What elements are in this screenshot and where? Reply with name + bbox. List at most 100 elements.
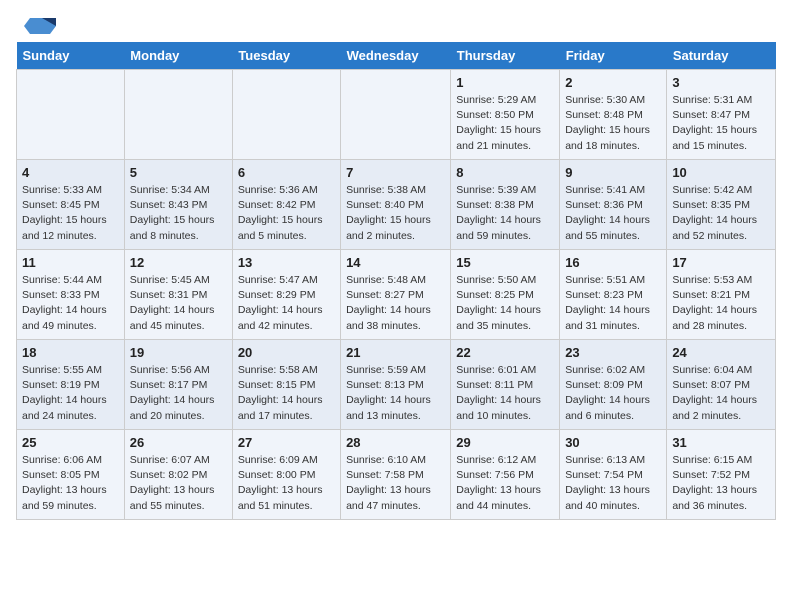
day-info: Sunrise: 5:31 AM Sunset: 8:47 PM Dayligh… — [672, 93, 770, 154]
day-info: Sunrise: 6:04 AM Sunset: 8:07 PM Dayligh… — [672, 363, 770, 424]
day-info: Sunrise: 6:01 AM Sunset: 8:11 PM Dayligh… — [456, 363, 554, 424]
day-info: Sunrise: 5:51 AM Sunset: 8:23 PM Dayligh… — [565, 273, 661, 334]
header-day: Tuesday — [232, 42, 340, 70]
calendar-week-row: 4 Sunrise: 5:33 AM Sunset: 8:45 PM Daylig… — [17, 160, 776, 250]
calendar-cell: 23 Sunrise: 6:02 AM Sunset: 8:09 PM Dayli… — [560, 340, 667, 430]
calendar-cell: 29 Sunrise: 6:12 AM Sunset: 7:56 PM Dayli… — [451, 430, 560, 520]
calendar-cell: 9 Sunrise: 5:41 AM Sunset: 8:36 PM Daylig… — [560, 160, 667, 250]
day-info: Sunrise: 5:58 AM Sunset: 8:15 PM Dayligh… — [238, 363, 335, 424]
calendar-cell: 22 Sunrise: 6:01 AM Sunset: 8:11 PM Dayli… — [451, 340, 560, 430]
day-number: 20 — [238, 345, 335, 360]
calendar-cell: 7 Sunrise: 5:38 AM Sunset: 8:40 PM Daylig… — [341, 160, 451, 250]
header-day: Thursday — [451, 42, 560, 70]
day-info: Sunrise: 5:33 AM Sunset: 8:45 PM Dayligh… — [22, 183, 119, 244]
day-info: Sunrise: 5:42 AM Sunset: 8:35 PM Dayligh… — [672, 183, 770, 244]
calendar-cell: 11 Sunrise: 5:44 AM Sunset: 8:33 PM Dayli… — [17, 250, 125, 340]
day-number: 23 — [565, 345, 661, 360]
day-info: Sunrise: 5:29 AM Sunset: 8:50 PM Dayligh… — [456, 93, 554, 154]
calendar-cell — [341, 70, 451, 160]
calendar-cell: 13 Sunrise: 5:47 AM Sunset: 8:29 PM Dayli… — [232, 250, 340, 340]
day-info: Sunrise: 6:10 AM Sunset: 7:58 PM Dayligh… — [346, 453, 445, 514]
day-info: Sunrise: 5:41 AM Sunset: 8:36 PM Dayligh… — [565, 183, 661, 244]
day-info: Sunrise: 5:39 AM Sunset: 8:38 PM Dayligh… — [456, 183, 554, 244]
calendar-cell: 18 Sunrise: 5:55 AM Sunset: 8:19 PM Dayli… — [17, 340, 125, 430]
day-info: Sunrise: 5:53 AM Sunset: 8:21 PM Dayligh… — [672, 273, 770, 334]
day-number: 16 — [565, 255, 661, 270]
day-number: 28 — [346, 435, 445, 450]
day-info: Sunrise: 5:44 AM Sunset: 8:33 PM Dayligh… — [22, 273, 119, 334]
day-number: 29 — [456, 435, 554, 450]
header-day: Monday — [124, 42, 232, 70]
calendar-cell: 10 Sunrise: 5:42 AM Sunset: 8:35 PM Dayli… — [667, 160, 776, 250]
calendar-week-row: 1Sunrise: 5:29 AM Sunset: 8:50 PM Daylig… — [17, 70, 776, 160]
day-info: Sunrise: 5:38 AM Sunset: 8:40 PM Dayligh… — [346, 183, 445, 244]
calendar-cell: 24 Sunrise: 6:04 AM Sunset: 8:07 PM Dayli… — [667, 340, 776, 430]
day-number: 8 — [456, 165, 554, 180]
day-number: 21 — [346, 345, 445, 360]
header-day: Saturday — [667, 42, 776, 70]
calendar-cell: 15 Sunrise: 5:50 AM Sunset: 8:25 PM Dayli… — [451, 250, 560, 340]
day-number: 19 — [130, 345, 227, 360]
day-info: Sunrise: 6:09 AM Sunset: 8:00 PM Dayligh… — [238, 453, 335, 514]
header-day: Friday — [560, 42, 667, 70]
day-info: Sunrise: 5:30 AM Sunset: 8:48 PM Dayligh… — [565, 93, 661, 154]
day-number: 5 — [130, 165, 227, 180]
day-number: 26 — [130, 435, 227, 450]
day-number: 11 — [22, 255, 119, 270]
day-number: 24 — [672, 345, 770, 360]
calendar-cell: 27 Sunrise: 6:09 AM Sunset: 8:00 PM Dayli… — [232, 430, 340, 520]
calendar-cell: 5 Sunrise: 5:34 AM Sunset: 8:43 PM Daylig… — [124, 160, 232, 250]
calendar-cell: 14 Sunrise: 5:48 AM Sunset: 8:27 PM Dayli… — [341, 250, 451, 340]
page-header — [16, 16, 776, 32]
day-info: Sunrise: 6:12 AM Sunset: 7:56 PM Dayligh… — [456, 453, 554, 514]
calendar-cell: 4 Sunrise: 5:33 AM Sunset: 8:45 PM Daylig… — [17, 160, 125, 250]
calendar-cell — [232, 70, 340, 160]
day-number: 31 — [672, 435, 770, 450]
day-info: Sunrise: 6:15 AM Sunset: 7:52 PM Dayligh… — [672, 453, 770, 514]
day-number: 14 — [346, 255, 445, 270]
calendar-cell: 30 Sunrise: 6:13 AM Sunset: 7:54 PM Dayli… — [560, 430, 667, 520]
day-number: 2 — [565, 75, 661, 90]
day-number: 4 — [22, 165, 119, 180]
day-number: 7 — [346, 165, 445, 180]
day-number: 6 — [238, 165, 335, 180]
day-number: 27 — [238, 435, 335, 450]
day-info: Sunrise: 5:56 AM Sunset: 8:17 PM Dayligh… — [130, 363, 227, 424]
day-info: Sunrise: 5:50 AM Sunset: 8:25 PM Dayligh… — [456, 273, 554, 334]
day-info: Sunrise: 6:02 AM Sunset: 8:09 PM Dayligh… — [565, 363, 661, 424]
calendar-week-row: 11 Sunrise: 5:44 AM Sunset: 8:33 PM Dayli… — [17, 250, 776, 340]
header-day: Wednesday — [341, 42, 451, 70]
calendar-cell: 2 Sunrise: 5:30 AM Sunset: 8:48 PM Daylig… — [560, 70, 667, 160]
day-number: 10 — [672, 165, 770, 180]
day-info: Sunrise: 6:13 AM Sunset: 7:54 PM Dayligh… — [565, 453, 661, 514]
calendar-cell: 1Sunrise: 5:29 AM Sunset: 8:50 PM Daylig… — [451, 70, 560, 160]
calendar-cell: 12Sunrise: 5:45 AM Sunset: 8:31 PM Dayli… — [124, 250, 232, 340]
day-info: Sunrise: 5:48 AM Sunset: 8:27 PM Dayligh… — [346, 273, 445, 334]
day-info: Sunrise: 5:47 AM Sunset: 8:29 PM Dayligh… — [238, 273, 335, 334]
header-row: SundayMondayTuesdayWednesdayThursdayFrid… — [17, 42, 776, 70]
day-number: 15 — [456, 255, 554, 270]
day-number: 22 — [456, 345, 554, 360]
calendar-cell — [124, 70, 232, 160]
day-info: Sunrise: 5:59 AM Sunset: 8:13 PM Dayligh… — [346, 363, 445, 424]
calendar-cell: 20 Sunrise: 5:58 AM Sunset: 8:15 PM Dayli… — [232, 340, 340, 430]
calendar-cell: 26 Sunrise: 6:07 AM Sunset: 8:02 PM Dayli… — [124, 430, 232, 520]
calendar-table: SundayMondayTuesdayWednesdayThursdayFrid… — [16, 42, 776, 520]
day-info: Sunrise: 5:36 AM Sunset: 8:42 PM Dayligh… — [238, 183, 335, 244]
day-info: Sunrise: 5:45 AM Sunset: 8:31 PM Dayligh… — [130, 273, 227, 334]
day-number: 9 — [565, 165, 661, 180]
day-info: Sunrise: 5:34 AM Sunset: 8:43 PM Dayligh… — [130, 183, 227, 244]
calendar-cell: 17 Sunrise: 5:53 AM Sunset: 8:21 PM Dayli… — [667, 250, 776, 340]
logo-icon — [20, 16, 56, 36]
calendar-cell — [17, 70, 125, 160]
calendar-cell: 21 Sunrise: 5:59 AM Sunset: 8:13 PM Dayli… — [341, 340, 451, 430]
day-number: 30 — [565, 435, 661, 450]
day-info: Sunrise: 6:07 AM Sunset: 8:02 PM Dayligh… — [130, 453, 227, 514]
day-number: 17 — [672, 255, 770, 270]
calendar-cell: 31 Sunrise: 6:15 AM Sunset: 7:52 PM Dayli… — [667, 430, 776, 520]
calendar-week-row: 18 Sunrise: 5:55 AM Sunset: 8:19 PM Dayli… — [17, 340, 776, 430]
day-number: 18 — [22, 345, 119, 360]
day-info: Sunrise: 5:55 AM Sunset: 8:19 PM Dayligh… — [22, 363, 119, 424]
calendar-cell: 25Sunrise: 6:06 AM Sunset: 8:05 PM Dayli… — [17, 430, 125, 520]
day-number: 13 — [238, 255, 335, 270]
